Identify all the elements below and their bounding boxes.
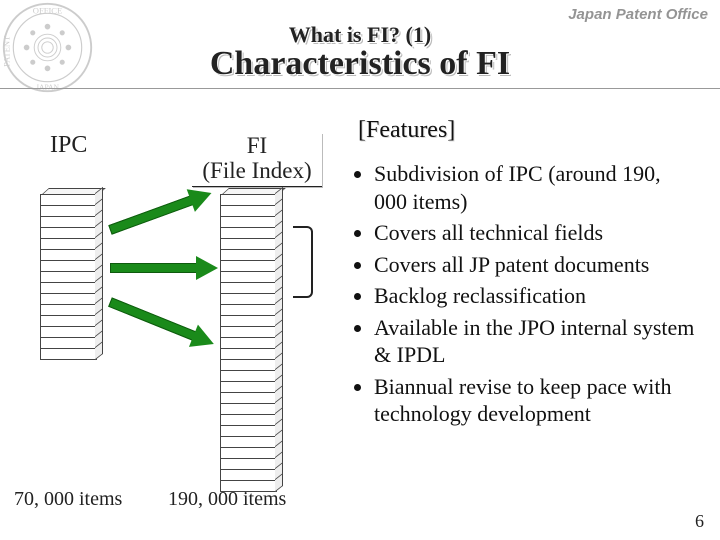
features-heading: [Features]: [358, 117, 455, 144]
feature-item: Backlog reclassification: [374, 282, 698, 310]
ipc-stack-graphic: [40, 195, 110, 355]
fi-label-line1: FI: [247, 133, 267, 158]
fi-label-line2: (File Index): [202, 158, 311, 183]
brace-icon: [293, 226, 313, 298]
feature-item: Subdivision of IPC (around 190, 000 item…: [374, 160, 698, 215]
feature-item: Biannual revise to keep pace with techno…: [374, 373, 698, 428]
ipc-label: IPC: [50, 132, 87, 159]
fi-label: FI (File Index): [192, 133, 322, 187]
features-list: Subdivision of IPC (around 190, 000 item…: [348, 160, 698, 432]
feature-item: Covers all JP patent documents: [374, 251, 698, 279]
ipc-count: 70, 000 items: [14, 488, 122, 511]
svg-text:OFFICE: OFFICE: [33, 5, 62, 15]
fi-stack-graphic: [220, 195, 290, 485]
header-divider: [0, 88, 720, 89]
feature-item: Covers all technical fields: [374, 219, 698, 247]
fi-count: 190, 000 items: [168, 488, 286, 511]
org-label: Japan Patent Office: [568, 6, 708, 23]
feature-item: Available in the JPO internal system & I…: [374, 314, 698, 369]
slide-number: 6: [695, 511, 704, 532]
svg-text:JAPAN: JAPAN: [36, 82, 59, 91]
title-main: Characteristics of FI: [0, 45, 720, 83]
